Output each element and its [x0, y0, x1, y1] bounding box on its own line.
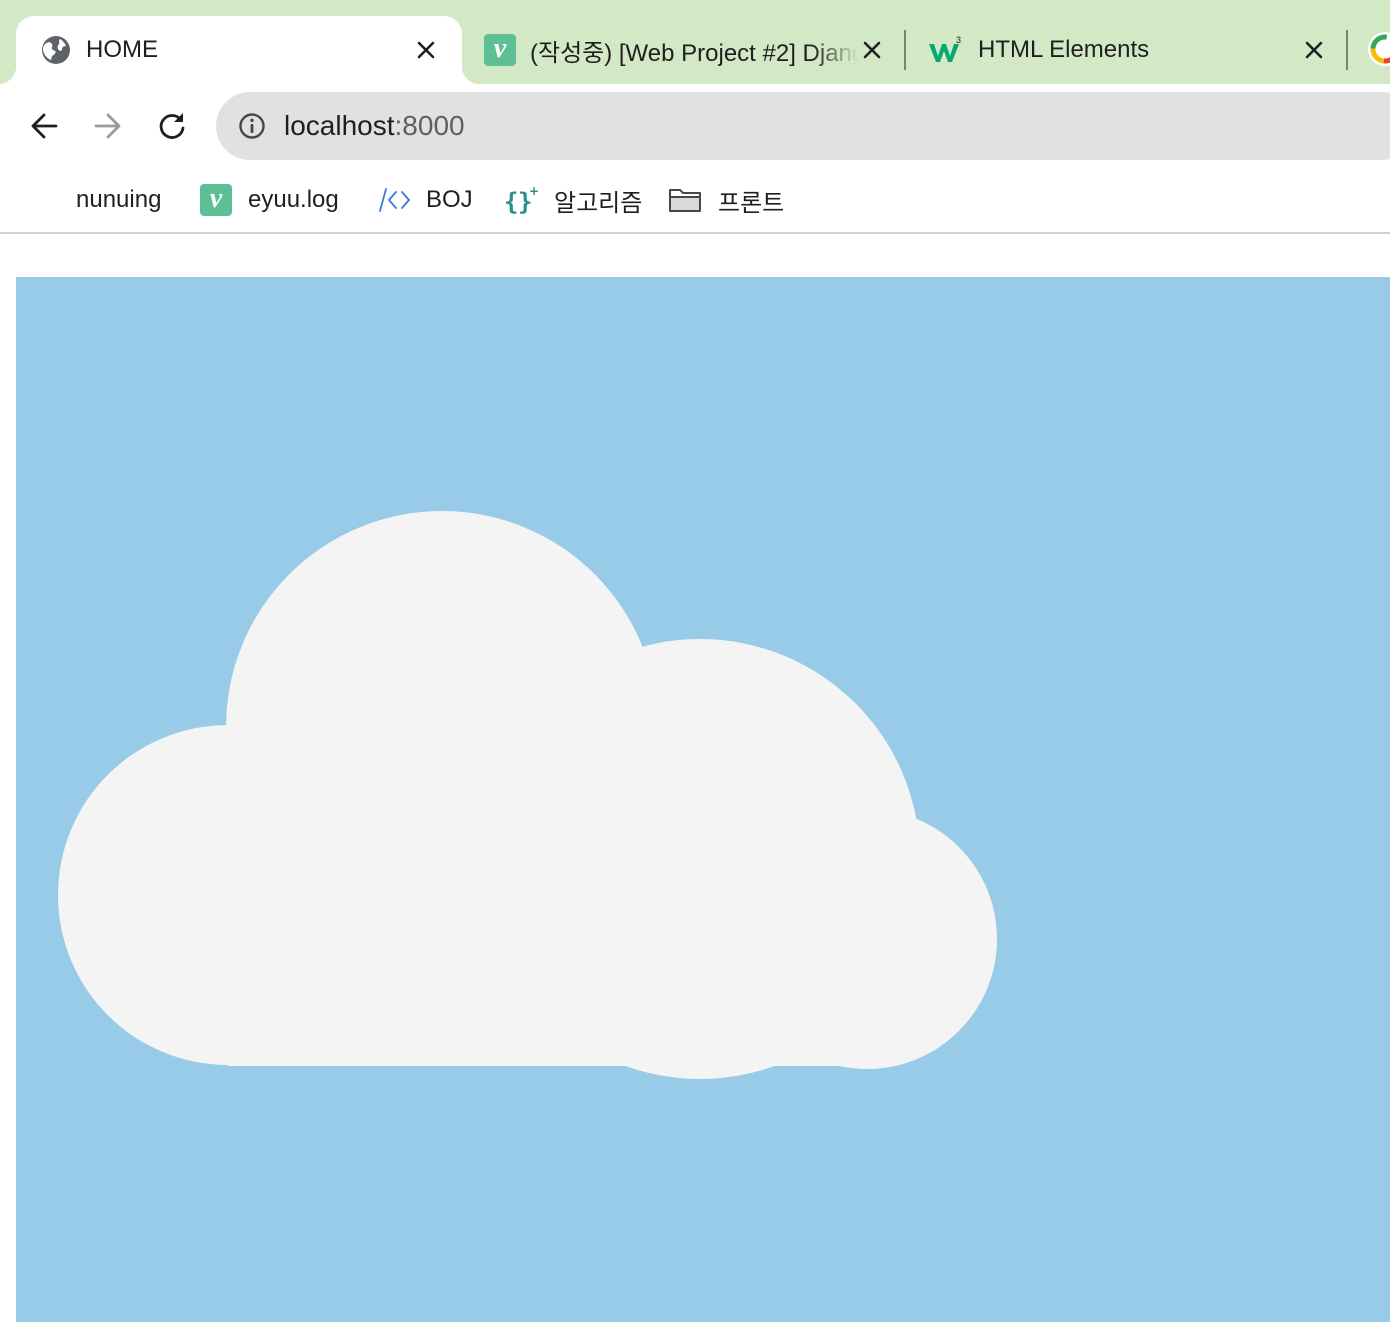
- arrow-left-icon: [31, 113, 58, 139]
- velog-v-icon: v: [484, 34, 516, 66]
- w3schools-icon: 3: [928, 34, 964, 66]
- google-icon[interactable]: [1368, 32, 1390, 66]
- bookmark-boj[interactable]: BOJ: [378, 180, 473, 220]
- bookmark-algorithm[interactable]: { } + 알고리즘: [504, 180, 642, 220]
- arrow-right-icon: [94, 113, 121, 139]
- tab-title: HTML Elements: [978, 36, 1150, 63]
- tab-title: HOME: [86, 36, 158, 63]
- bookmark-label: eyuu.log: [248, 186, 339, 213]
- close-icon[interactable]: [1300, 36, 1328, 64]
- bookmark-label: 알고리즘: [554, 189, 643, 217]
- info-icon[interactable]: [238, 112, 266, 140]
- tab-velog[interactable]: v (작성중) [Web Project #2] Django: [462, 16, 904, 84]
- tab-w3schools[interactable]: 3 HTML Elements: [906, 16, 1346, 84]
- back-button[interactable]: [22, 104, 66, 148]
- folder-icon: [668, 186, 702, 214]
- tab-strip: HOME v (작성중) [Web Project #2] Django 3 H…: [0, 0, 1390, 84]
- bookmark-front[interactable]: 프론트: [668, 180, 784, 220]
- reload-icon: [159, 113, 185, 139]
- velog-v-icon: v: [200, 184, 232, 216]
- toolbar: localhost:8000: [0, 84, 1390, 168]
- forward-button[interactable]: [86, 104, 130, 148]
- bookmark-nunuing[interactable]: nunuing: [76, 180, 161, 220]
- bookmarks-bar: nunuing v eyuu.log BOJ { } + 알고리즘 프론트: [0, 168, 1390, 234]
- tab-title: (작성중) [Web Project #2] Django: [530, 39, 858, 67]
- code-brackets-icon: [378, 186, 410, 214]
- curly-braces-icon: { } +: [504, 185, 538, 215]
- svg-text:3: 3: [956, 35, 961, 45]
- url-host: localhost: [284, 110, 395, 141]
- svg-text:{: {: [504, 188, 518, 215]
- address-bar[interactable]: localhost:8000: [216, 92, 1390, 160]
- url-port: :8000: [394, 110, 465, 141]
- bookmark-eyuu-log[interactable]: v eyuu.log: [200, 180, 339, 220]
- reload-button[interactable]: [150, 104, 194, 148]
- globe-icon: [40, 34, 72, 66]
- tab-separator: [1346, 30, 1348, 70]
- bookmark-label: BOJ: [426, 186, 473, 213]
- bookmark-label: nunuing: [76, 186, 162, 213]
- cloud-icon: [58, 511, 997, 1079]
- close-icon[interactable]: [858, 36, 886, 64]
- tab-home[interactable]: HOME: [0, 16, 480, 84]
- svg-text:+: +: [529, 185, 538, 198]
- close-icon[interactable]: [412, 36, 440, 64]
- sky-background: [16, 277, 1390, 1322]
- bookmark-label: 프론트: [718, 189, 785, 217]
